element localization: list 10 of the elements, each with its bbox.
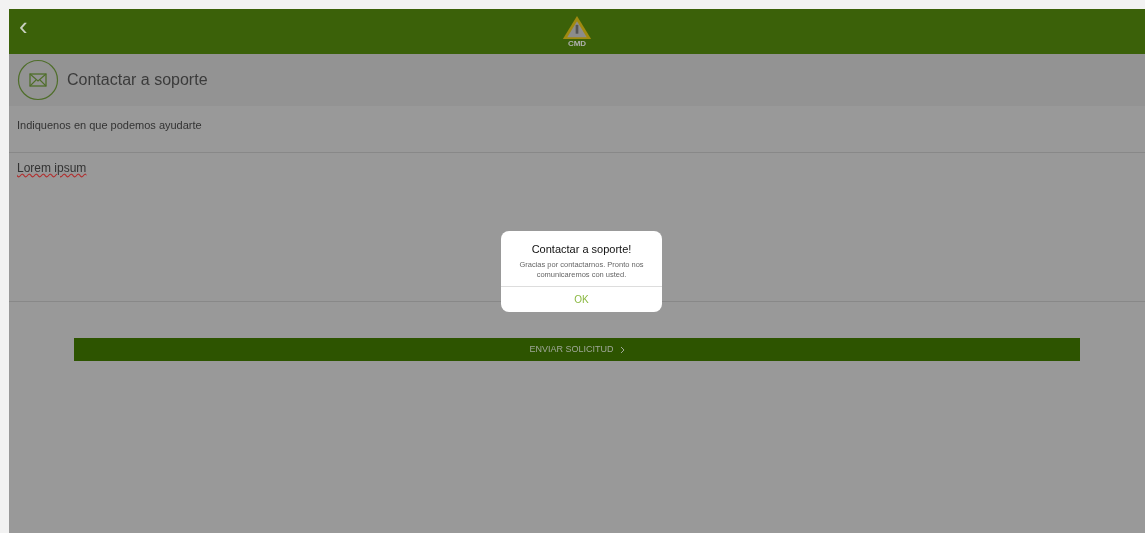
back-button[interactable]: ‹ (15, 13, 32, 39)
ok-button[interactable]: OK (501, 285, 662, 312)
logo-text: CMD (567, 40, 587, 48)
dialog-title: Contactar a soporte! (531, 242, 632, 257)
logo-icon (562, 15, 592, 40)
chevron-icon (619, 345, 625, 354)
section-title: Contactar a soporte (67, 70, 208, 90)
submit-button[interactable]: ENVIAR SOLICITUD (74, 338, 1080, 361)
envelope-icon (17, 59, 59, 101)
field-label: Indiquenos en que podemos ayudarte (17, 117, 202, 133)
